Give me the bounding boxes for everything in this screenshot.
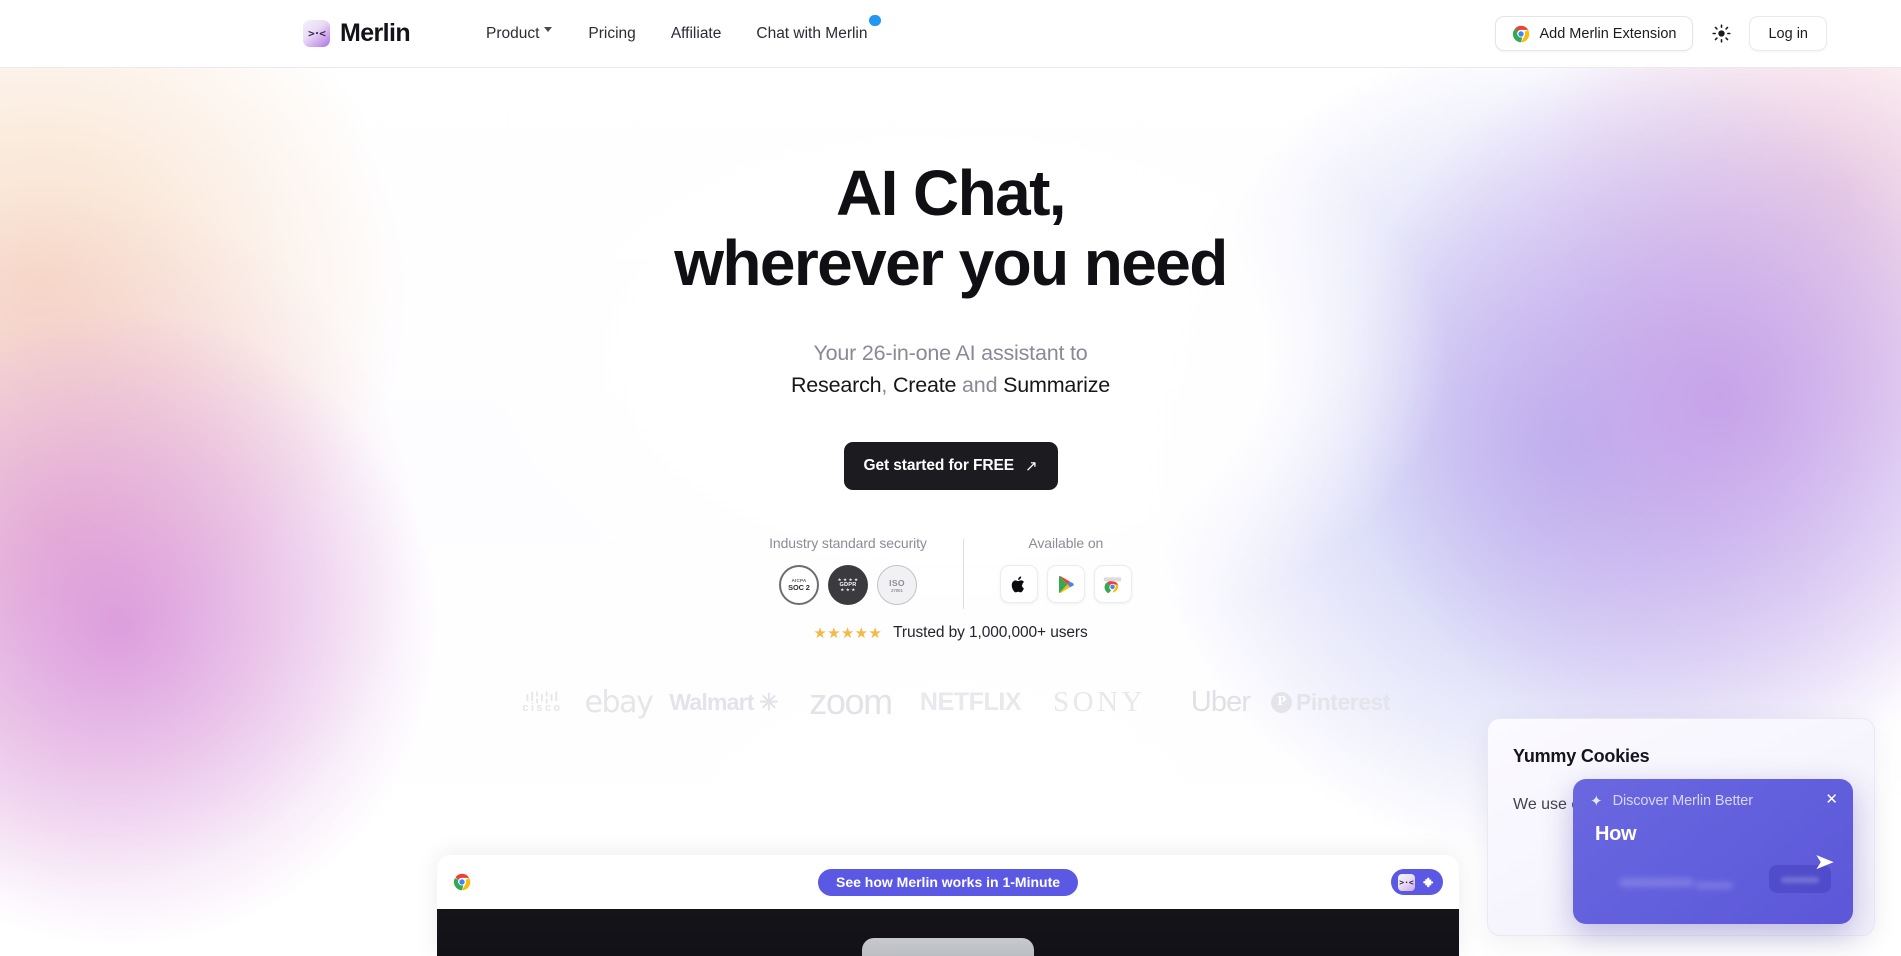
- rating-row: ★★★★★ Trusted by 1,000,000+ users: [0, 624, 1901, 642]
- browser-extension-pill[interactable]: >·<: [1391, 869, 1443, 895]
- gdpr-badge-stars-bottom: ★ ★ ★: [840, 587, 856, 593]
- hero-subtitle-line-1: Your 26-in-one AI assistant to: [813, 340, 1088, 365]
- discover-placeholder-bar-2: [1695, 882, 1733, 889]
- send-arrow-icon[interactable]: ➤: [1813, 851, 1834, 873]
- hero-section: AI Chat, wherever you need Your 26-in-on…: [0, 68, 1901, 723]
- security-badges: AICPA SOC 2 ★ ★ ★ ★ GDPR ★ ★ ★ ISO 27001: [778, 565, 917, 606]
- discover-placeholder-button-label: [1781, 877, 1819, 883]
- get-started-button[interactable]: Get started for FREE ↗: [843, 442, 1058, 491]
- google-play-store-icon[interactable]: [1046, 565, 1085, 604]
- hero-sub-comma: ,: [881, 373, 893, 398]
- iso-27001-badge: ISO 27001: [876, 565, 917, 606]
- chrome-icon: [1513, 25, 1530, 42]
- hero-sub-and: and: [956, 373, 1004, 398]
- puzzle-piece-icon: [1423, 877, 1434, 887]
- trust-strip: Industry standard security AICPA SOC 2 ★…: [0, 535, 1901, 610]
- aicpa-soc2-badge: AICPA SOC 2: [778, 565, 819, 606]
- get-started-label: Get started for FREE: [863, 457, 1015, 475]
- nav-link-product-label: Product: [486, 24, 540, 42]
- ebay-logo: ebay: [577, 685, 661, 720]
- login-button-label: Log in: [1768, 25, 1808, 42]
- sony-logo-label: SONY: [1053, 685, 1146, 718]
- gdpr-badge: ★ ★ ★ ★ GDPR ★ ★ ★: [827, 565, 868, 606]
- add-merlin-extension-button[interactable]: Add Merlin Extension: [1495, 16, 1694, 51]
- hero-keyword-summarize: Summarize: [1003, 373, 1111, 398]
- see-how-merlin-works-label: See how Merlin works in 1-Minute: [835, 874, 1061, 890]
- netflix-logo: NETFLIX: [915, 688, 1027, 717]
- discover-prompt-text: How: [1595, 823, 1637, 845]
- star-rating-icon: ★★★★★: [813, 624, 883, 642]
- cookie-consent-title: Yummy Cookies: [1513, 746, 1650, 766]
- sony-logo: SONY: [1027, 686, 1173, 719]
- nav-link-chat-label: Chat with Merlin: [756, 24, 868, 42]
- trust-divider: [962, 539, 964, 610]
- ebay-logo-label: ebay: [584, 684, 653, 720]
- nav-links: Product Pricing Affiliate Chat with Merl…: [486, 14, 881, 43]
- video-content-shape: [862, 938, 1034, 956]
- page-title: AI Chat, wherever you need: [0, 158, 1901, 299]
- walmart-logo-label: Walmart: [669, 688, 754, 715]
- top-navigation-bar: >·< Merlin Product Pricing Affiliate Cha…: [0, 0, 1901, 68]
- security-column: Industry standard security AICPA SOC 2 ★…: [769, 535, 927, 606]
- nav-link-affiliate[interactable]: Affiliate: [671, 25, 722, 43]
- customer-logos-row: ıl¦ı¦ıl cisco ebay Walmart ✳ zoom NETFLI…: [0, 681, 1901, 723]
- brand-logo[interactable]: >·< Merlin: [303, 19, 411, 48]
- login-button[interactable]: Log in: [1749, 16, 1827, 51]
- nav-actions: Add Merlin Extension Log in: [1495, 16, 1827, 51]
- walmart-logo: Walmart ✳: [661, 689, 787, 716]
- nav-link-pricing[interactable]: Pricing: [588, 25, 635, 43]
- netflix-logo-label: NETFLIX: [919, 687, 1022, 716]
- rating-label: Trusted by 1,000,000+ users: [893, 624, 1088, 642]
- available-on-caption: Available on: [1028, 535, 1104, 552]
- close-icon[interactable]: ✕: [1825, 792, 1838, 807]
- hero-keyword-research: Research: [790, 373, 882, 398]
- apple-app-store-icon[interactable]: [999, 565, 1038, 604]
- iso-badge-sub: 27001: [891, 587, 903, 593]
- hero-keyword-create: Create: [892, 373, 957, 398]
- pinterest-icon: P: [1271, 691, 1293, 713]
- discover-placeholder-bar-1: [1619, 878, 1694, 887]
- iso-badge-label: ISO: [889, 577, 905, 588]
- nav-link-chat-with-merlin[interactable]: Chat with Merlin: [756, 14, 881, 43]
- see-how-merlin-works-button[interactable]: See how Merlin works in 1-Minute: [817, 868, 1079, 896]
- brand-name: Merlin: [340, 19, 411, 47]
- merlin-logo-icon: >·<: [303, 20, 330, 47]
- pinterest-logo: P Pinterest: [1269, 689, 1393, 716]
- hero-title-line-1: AI Chat,: [836, 157, 1067, 229]
- cisco-logo-label: cisco: [522, 701, 563, 714]
- pinterest-logo-label: Pinterest: [1296, 688, 1390, 715]
- discover-popup-header: ✦ Discover Merlin Better: [1590, 793, 1753, 809]
- discover-popup-title: Discover Merlin Better: [1612, 793, 1754, 809]
- notification-dot-icon: [869, 14, 881, 26]
- chrome-web-store-icon[interactable]: [1093, 565, 1132, 604]
- sun-icon[interactable]: [1706, 19, 1736, 49]
- discover-merlin-popup: ✦ Discover Merlin Better ✕ How ➤: [1573, 779, 1853, 924]
- video-preview-card: See how Merlin works in 1-Minute >·<: [437, 855, 1459, 956]
- cisco-bars-icon: ıl¦ı¦ıl: [525, 688, 560, 704]
- security-caption: Industry standard security: [769, 535, 927, 552]
- store-icons: [999, 565, 1132, 604]
- walmart-spark-icon: ✳: [759, 688, 778, 715]
- merlin-icon: >·<: [1398, 873, 1415, 891]
- uber-logo: Uber: [1173, 686, 1269, 719]
- sparkle-icon: ✦: [1590, 792, 1603, 810]
- uber-logo-label: Uber: [1190, 685, 1251, 718]
- hero-subtitle: Your 26-in-one AI assistant to Research,…: [0, 337, 1901, 402]
- zoom-logo-label: zoom: [809, 681, 893, 723]
- availability-column: Available on: [999, 535, 1132, 604]
- hero-subtitle-line-2: Research, Create and Summarize: [0, 369, 1901, 401]
- nav-link-pricing-label: Pricing: [588, 24, 636, 42]
- cisco-logo: ıl¦ı¦ıl cisco: [509, 688, 577, 714]
- browser-mockup-toolbar: See how Merlin works in 1-Minute >·<: [437, 855, 1459, 909]
- nav-link-affiliate-label: Affiliate: [670, 24, 722, 42]
- chrome-icon: [453, 873, 471, 891]
- arrow-up-right-icon: ↗: [1024, 458, 1038, 476]
- chevron-down-icon: [544, 27, 553, 36]
- add-merlin-extension-label: Add Merlin Extension: [1539, 25, 1677, 42]
- nav-link-product[interactable]: Product: [486, 25, 553, 43]
- aicpa-soc2-badge-label: SOC 2: [788, 583, 810, 593]
- hero-title-line-2: wherever you need: [674, 227, 1228, 300]
- video-player-stage[interactable]: [437, 909, 1459, 956]
- zoom-logo: zoom: [787, 681, 915, 723]
